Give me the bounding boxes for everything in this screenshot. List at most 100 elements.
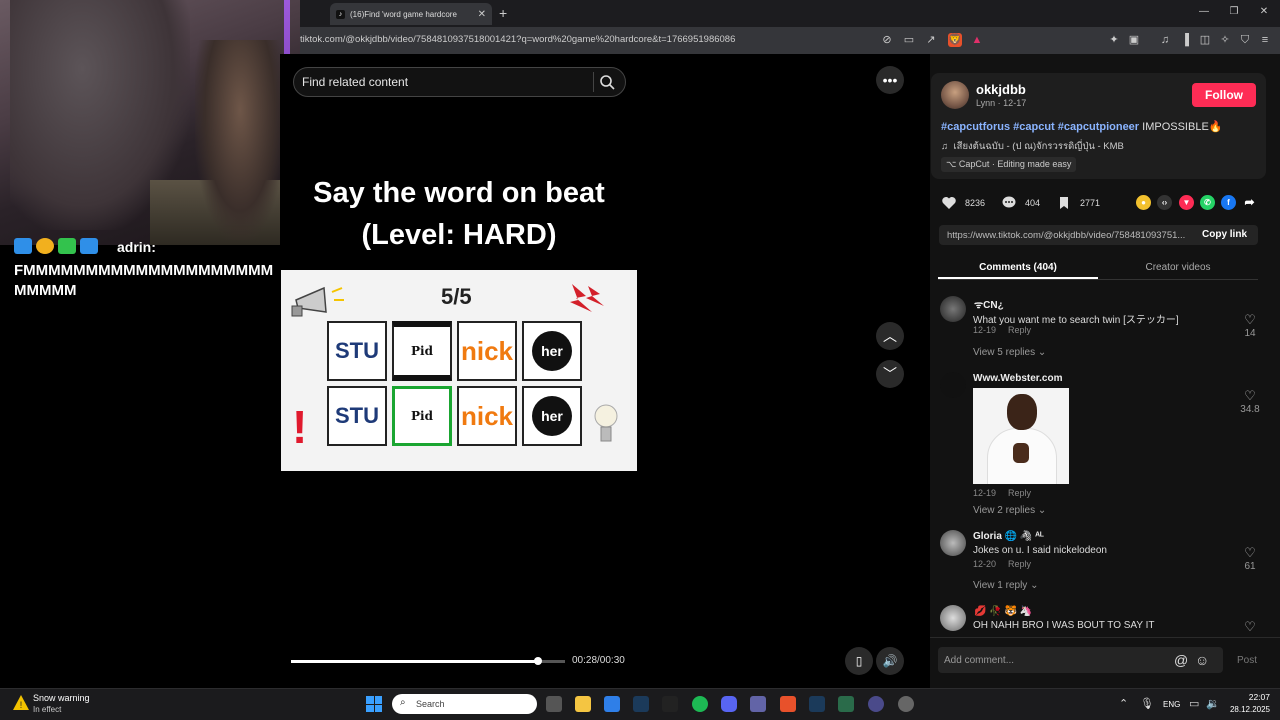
browser-tab[interactable]: ♪ (16)Find 'word game hardcore ✕ (330, 3, 492, 25)
post-button[interactable]: Post (1237, 655, 1257, 666)
minimize-icon[interactable]: — (1196, 6, 1212, 17)
steam-icon[interactable] (633, 696, 649, 712)
new-tab-icon[interactable]: + (499, 5, 507, 21)
share-url-icon[interactable]: ↗ (924, 33, 938, 47)
brave-rewards-icon[interactable]: ▲ (970, 33, 984, 47)
comment-stat[interactable]: 404 (1001, 195, 1040, 211)
comment-author[interactable]: Gloria 🌐 🦓 ᴬᴸ (973, 531, 1044, 542)
like-stat[interactable]: 8236 (941, 195, 985, 211)
discord-icon[interactable] (721, 696, 737, 712)
comment-like[interactable]: ♡ 34.8 (1238, 388, 1262, 415)
taskbar-search-text[interactable]: Search (416, 699, 445, 709)
mention-icon[interactable]: @ (1174, 652, 1188, 668)
terminal-icon[interactable] (838, 696, 854, 712)
close-tab-icon[interactable]: ✕ (478, 9, 486, 20)
brave-icon[interactable] (780, 696, 796, 712)
view-replies-button[interactable]: View 2 replies ⌄ (973, 505, 1046, 516)
tab-title: (16)Find 'word game hardcore (350, 9, 457, 19)
capcut-badge[interactable]: ⌥ CapCut · Editing made easy (941, 157, 1077, 172)
weather-title[interactable]: Snow warning (33, 693, 90, 703)
emoji-icon[interactable]: ☺ (1195, 652, 1209, 668)
extensions-icon[interactable]: ✦ (1107, 33, 1121, 47)
hashtag-link[interactable]: #capcut (1013, 121, 1055, 133)
language-indicator[interactable]: ENG (1163, 700, 1180, 709)
progress-knob[interactable] (533, 657, 542, 665)
obs-icon[interactable] (898, 696, 914, 712)
chevron-down-icon[interactable]: ﹀ (876, 360, 904, 388)
steam-icon-2[interactable] (809, 696, 825, 712)
author-username[interactable]: okkjdbb (976, 82, 1026, 97)
url-field[interactable]: tiktok.com/@okkjdbb/video/75848109375180… (300, 34, 735, 45)
share-arrow-icon[interactable]: ➦ (1242, 195, 1257, 210)
leo-icon[interactable]: ✧ (1218, 33, 1232, 47)
windows-start-icon[interactable] (366, 696, 382, 712)
comment-avatar[interactable] (940, 605, 966, 631)
send-icon[interactable]: ▼ (1179, 195, 1194, 210)
device-icon[interactable]: ▯ (845, 647, 873, 675)
teams-icon[interactable] (750, 696, 766, 712)
hashtag-link[interactable]: #capcutforus (941, 121, 1010, 133)
heart-outline-icon: ♡ (1244, 388, 1256, 403)
comment-avatar[interactable] (940, 372, 966, 398)
ms-store-icon[interactable] (604, 696, 620, 712)
comment-like-count: 14 (1244, 328, 1256, 339)
facebook-icon[interactable]: f (1221, 195, 1236, 210)
video-link[interactable]: https://www.tiktok.com/@okkjdbb/video/75… (947, 230, 1192, 241)
brave-shields-icon[interactable]: 🦁 (948, 33, 962, 47)
microphone-icon[interactable]: 🎙 (1140, 697, 1154, 710)
task-view-icon[interactable] (546, 696, 562, 712)
sidebar-icon[interactable]: ▐ (1178, 33, 1192, 47)
comment-author[interactable]: Www.Webster.com (973, 373, 1062, 384)
comment-avatar[interactable] (940, 530, 966, 556)
hashtag-link[interactable]: #capcutpioneer (1058, 121, 1139, 133)
menu-icon[interactable]: ≡ (1258, 33, 1272, 47)
media-icon[interactable]: ♫ (1158, 33, 1172, 47)
tab-creator-videos[interactable]: Creator videos (1098, 262, 1258, 273)
tracking-off-icon[interactable]: ⊘ (880, 33, 894, 47)
comment-avatar[interactable] (940, 296, 966, 322)
comment-like[interactable]: ♡ (1238, 619, 1262, 635)
tray-chevron-icon[interactable]: ⌃ (1119, 697, 1128, 710)
more-options-icon[interactable]: ••• (876, 66, 904, 94)
save-stat[interactable]: 2771 (1056, 195, 1100, 211)
wallet-icon[interactable]: ◫ (1198, 33, 1212, 47)
author-avatar[interactable] (941, 81, 969, 109)
reply-button[interactable]: Reply (1008, 325, 1031, 335)
file-explorer-icon[interactable] (575, 696, 591, 712)
related-search-text[interactable]: Find related content (302, 75, 408, 89)
clock-date[interactable]: 28.12.2025 (1218, 705, 1270, 714)
taskbar-search[interactable] (392, 694, 537, 714)
music-link[interactable]: ♫ เสียงต้นฉบับ - (ป ณ)จักรวรรดิญี่ปุ่น -… (941, 139, 1124, 154)
clock-time[interactable]: 22:07 (1218, 692, 1270, 702)
epic-games-icon[interactable] (662, 696, 678, 712)
reply-button[interactable]: Reply (1008, 559, 1031, 569)
chat-username: adrin: (117, 239, 156, 255)
view-replies-button[interactable]: View 5 replies ⌄ (973, 347, 1046, 358)
pip-icon[interactable]: ▭ (902, 33, 916, 47)
reply-button[interactable]: Reply (1008, 488, 1031, 498)
app-icon[interactable] (868, 696, 884, 712)
screenshot-icon[interactable]: ▣ (1127, 33, 1141, 47)
volume-icon[interactable]: 🔊 (876, 647, 904, 675)
display-icon[interactable]: ▭ (1189, 697, 1199, 710)
comment-like[interactable]: ♡ 14 (1238, 312, 1262, 339)
comment-placeholder[interactable]: Add comment... (944, 655, 1014, 666)
comment-image[interactable] (973, 388, 1069, 484)
embed-icon[interactable]: ‹› (1157, 195, 1172, 210)
comment-author[interactable]: 💋 🥀 🐯 🦄 (974, 606, 1032, 617)
search-icon[interactable] (598, 73, 616, 91)
copy-link-button[interactable]: Copy link (1202, 229, 1247, 240)
comment-author[interactable]: ᯤCN¿ (974, 297, 1004, 311)
warning-icon[interactable]: ! (12, 694, 30, 712)
whatsapp-icon[interactable]: ✆ (1200, 195, 1215, 210)
restore-icon[interactable]: ❐ (1226, 6, 1242, 17)
tab-comments[interactable]: Comments (404) (938, 262, 1098, 273)
follow-button[interactable]: Follow (1192, 83, 1256, 107)
close-window-icon[interactable]: ✕ (1256, 6, 1272, 17)
chevron-up-icon[interactable]: ︿ (876, 322, 904, 350)
spotify-icon[interactable] (692, 696, 708, 712)
coin-icon[interactable]: ● (1136, 195, 1151, 210)
comment-like[interactable]: ♡ 61 (1238, 545, 1262, 572)
view-replies-button[interactable]: View 1 reply ⌄ (973, 580, 1038, 591)
vpn-icon[interactable]: ⛉ (1238, 33, 1252, 47)
